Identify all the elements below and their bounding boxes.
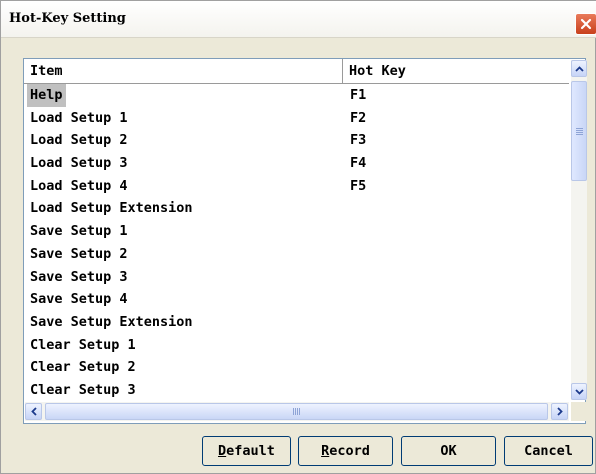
default-button[interactable]: Default [202,436,291,466]
default-label: efault [226,443,275,459]
scroll-left-button[interactable] [25,403,42,420]
row-hotkey-label: F2 [350,109,367,126]
ok-label: OK [440,443,457,459]
horizontal-scroll-thumb[interactable] [45,403,548,420]
close-icon [580,18,592,30]
vertical-scrollbar[interactable] [571,60,587,400]
scroll-right-button[interactable] [551,403,568,420]
list-header: Item Hot Key [24,59,569,84]
list-row[interactable]: Clear Setup 1 [24,334,569,357]
list-rows: Help F1 Load Setup 1 F2 Load Setup 2 F3 Load S… [24,84,569,399]
hotkey-list[interactable]: Item Hot Key Help F1 Load Setup 1 F2 Load Se… [23,58,587,424]
vertical-scroll-thumb[interactable] [571,81,587,181]
row-item-label: Load Setup 4 [30,177,128,194]
ok-button[interactable]: OK [401,436,496,466]
row-hotkey-label: F3 [350,132,367,149]
row-item-label: Save Setup 2 [30,245,128,262]
row-item-label: Load Setup Extension [30,200,193,217]
hotkey-setting-dialog: Hot-Key Setting Item Hot Key Help F1 Load … [0,0,596,474]
scroll-up-button[interactable] [571,60,587,77]
row-item-label: Save Setup Extension [30,313,193,330]
cancel-label: Cancel [524,443,573,459]
row-item-label: Load Setup 3 [30,155,128,172]
arrow-right-icon [556,407,563,416]
arrow-up-icon [574,65,584,72]
list-row[interactable]: Load Setup 3 F4 [24,152,569,175]
horizontal-scrollbar[interactable] [25,402,569,421]
list-row[interactable]: Help F1 [24,84,569,107]
row-item-label: Help [27,84,66,107]
list-row[interactable]: Clear Setup 2 [24,356,569,379]
list-row[interactable]: Save Setup 3 [24,266,569,289]
scroll-down-button[interactable] [571,383,587,400]
column-header-hotkey[interactable]: Hot Key [343,59,569,83]
list-row[interactable]: Load Setup 2 F3 [24,129,569,152]
arrow-left-icon [30,407,37,416]
row-item-label: Clear Setup 3 [30,381,136,398]
row-item-label: Clear Setup 1 [30,336,136,353]
column-header-item[interactable]: Item [24,59,343,83]
row-item-label: Save Setup 1 [30,223,128,240]
row-hotkey-label: F5 [350,177,367,194]
row-item-label: Load Setup 2 [30,132,128,149]
default-mnemonic: D [218,443,227,459]
list-row[interactable]: Load Setup 4 F5 [24,175,569,198]
list-row[interactable]: Clear Setup 3 [24,379,569,399]
window-title: Hot-Key Setting [9,11,126,26]
scrollbar-corner [571,402,587,421]
close-button[interactable] [575,13,596,35]
list-row[interactable]: Save Setup Extension [24,311,569,334]
cancel-button[interactable]: Cancel [504,436,593,466]
row-hotkey-label: F1 [350,87,367,103]
row-item-label: Save Setup 4 [30,291,128,308]
list-row[interactable]: Save Setup 1 [24,220,569,243]
list-row[interactable]: Load Setup Extension [24,197,569,220]
list-row[interactable]: Save Setup 4 [24,288,569,311]
list-row[interactable]: Save Setup 2 [24,243,569,266]
row-item-label: Save Setup 3 [30,268,128,285]
record-button[interactable]: Record [298,436,393,466]
record-label: ecord [329,443,370,459]
list-row[interactable]: Load Setup 1 F2 [24,107,569,130]
arrow-down-icon [574,388,584,395]
grip-icon [293,408,300,415]
title-bar[interactable]: Hot-Key Setting [1,1,596,38]
row-item-label: Load Setup 1 [30,109,128,126]
grip-icon [575,127,583,135]
row-hotkey-label: F4 [350,155,367,172]
row-item-label: Clear Setup 2 [30,359,136,376]
list-viewport: Item Hot Key Help F1 Load Setup 1 F2 Load Se… [24,59,569,399]
